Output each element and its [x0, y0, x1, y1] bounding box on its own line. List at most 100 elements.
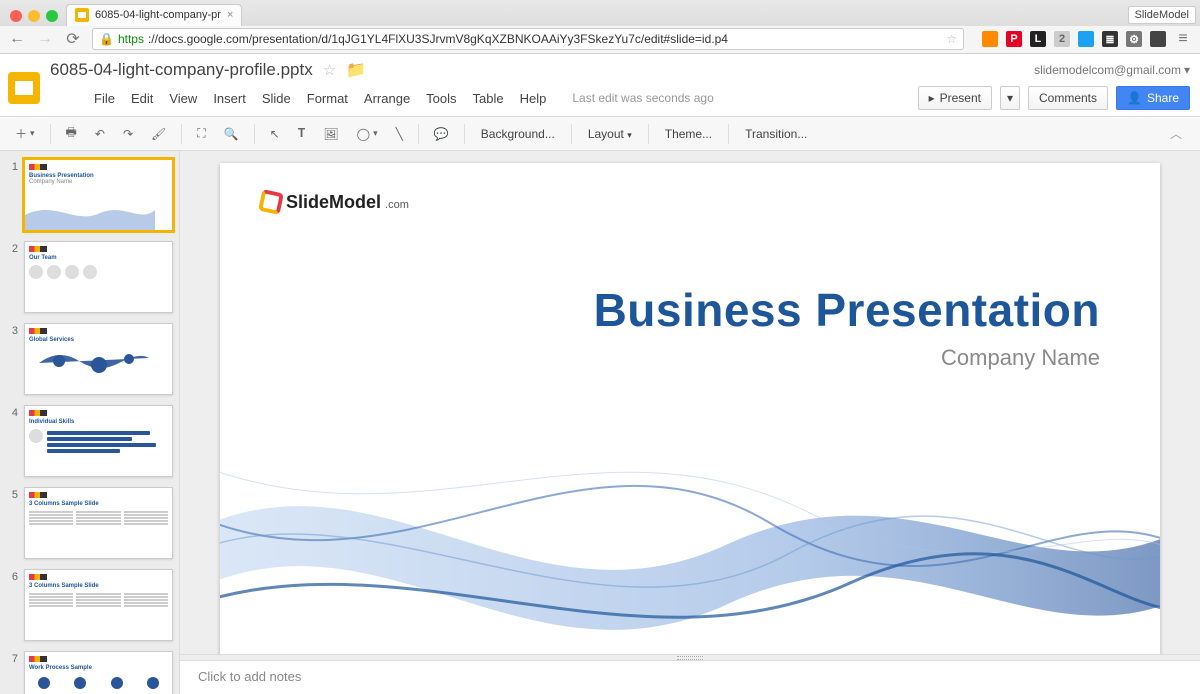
ext-icon-gear[interactable]: ⚙ — [1126, 31, 1142, 47]
address-bar-row: ← → ⟳ 🔒 https ://docs.google.com/presenta… — [0, 26, 1200, 53]
main-area: 1Business PresentationCompany Name2Our T… — [0, 151, 1200, 694]
ext-icon-blue[interactable] — [1078, 31, 1094, 47]
undo-icon[interactable]: ↶ — [88, 122, 112, 146]
comments-button[interactable]: Comments — [1028, 86, 1108, 110]
star-icon[interactable]: ☆ — [323, 61, 336, 79]
canvas-area: SlideModel .com Business Presentation Com… — [180, 151, 1200, 694]
lock-icon: 🔒 — [99, 32, 114, 46]
browser-tab[interactable]: 6085-04-light-company-pr × — [66, 4, 242, 26]
textbox-icon[interactable]: 𝐓 — [291, 121, 313, 146]
buffer-icon[interactable]: ≣ — [1102, 31, 1118, 47]
thumb-number: 3 — [6, 323, 18, 395]
zoom-fit-icon[interactable]: ⛶ — [190, 121, 212, 146]
thumb-number: 4 — [6, 405, 18, 477]
person-plus-icon: 👤 — [1127, 91, 1142, 105]
select-icon[interactable]: ↖ — [263, 122, 287, 146]
slide-thumbnail[interactable]: 3 Columns Sample Slide — [24, 569, 173, 641]
background-button[interactable]: Background... — [473, 123, 563, 145]
layout-button[interactable]: Layout ▾ — [580, 123, 640, 145]
url-scheme: https — [118, 32, 144, 46]
transition-button[interactable]: Transition... — [737, 123, 815, 145]
logo-suffix: .com — [385, 199, 409, 213]
slide-thumbnail[interactable]: Global Services — [24, 323, 173, 395]
menu-bar: File Edit View Insert Slide Format Arran… — [50, 80, 1190, 116]
menu-tools[interactable]: Tools — [426, 91, 456, 106]
zoom-icon[interactable]: 🔍 — [217, 122, 246, 146]
ext-icon-l[interactable]: L — [1030, 31, 1046, 47]
slide-thumbnail[interactable]: Individual Skills — [24, 405, 173, 477]
menu-table[interactable]: Table — [473, 91, 504, 106]
slidemodel-logo: SlideModel .com — [260, 191, 409, 213]
browser-chrome: 6085-04-light-company-pr × SlideModel ← … — [0, 0, 1200, 54]
pinterest-icon[interactable]: P — [1006, 31, 1022, 47]
document-title[interactable]: 6085-04-light-company-profile.pptx — [50, 60, 313, 80]
url-input[interactable]: 🔒 https ://docs.google.com/presentation/d… — [92, 28, 964, 50]
comment-icon[interactable]: 💬 — [427, 122, 456, 146]
image-icon[interactable]: 🖼 — [316, 122, 345, 146]
toolbar: ＋▾ 🖶 ↶ ↷ 🖌 ⛶ 🔍 ↖ 𝐓 🖼 ◯▾ ╲ 💬 Background..… — [0, 117, 1200, 151]
thumb-number: 6 — [6, 569, 18, 641]
tab-title: 6085-04-light-company-pr — [95, 9, 221, 21]
canvas-scroll[interactable]: SlideModel .com Business Presentation Com… — [180, 151, 1200, 654]
slide-canvas[interactable]: SlideModel .com Business Presentation Com… — [220, 163, 1160, 654]
menu-insert[interactable]: Insert — [213, 91, 246, 106]
present-button[interactable]: ▸Present — [918, 86, 992, 110]
folder-icon[interactable]: 📁 — [346, 60, 366, 80]
new-slide-button[interactable]: ＋▾ — [8, 120, 42, 147]
ext-icon-1[interactable] — [982, 31, 998, 47]
account-email[interactable]: slidemodelcom@gmail.com▾ — [1034, 63, 1190, 77]
present-dropdown[interactable]: ▾ — [1000, 86, 1020, 110]
logo-text: SlideModel — [286, 192, 381, 213]
chrome-menu-icon[interactable]: ≡ — [1174, 30, 1192, 48]
maximize-window-icon[interactable] — [46, 10, 58, 22]
forward-icon[interactable]: → — [36, 30, 54, 48]
share-button[interactable]: 👤Share — [1116, 86, 1190, 110]
slide-subtitle: Company Name — [594, 345, 1100, 371]
menu-edit[interactable]: Edit — [131, 91, 153, 106]
redo-icon[interactable]: ↷ — [116, 122, 140, 146]
thumb-number: 7 — [6, 651, 18, 694]
filmstrip[interactable]: 1Business PresentationCompany Name2Our T… — [0, 151, 180, 694]
reload-icon[interactable]: ⟳ — [64, 29, 82, 49]
window-controls — [8, 10, 66, 26]
slide-title: Business Presentation — [594, 283, 1100, 337]
url-path: ://docs.google.com/presentation/d/1qJG1Y… — [148, 32, 728, 46]
menu-file[interactable]: File — [94, 91, 115, 106]
close-tab-icon[interactable]: × — [227, 9, 233, 21]
slides-header: 6085-04-light-company-profile.pptx ☆ 📁 s… — [0, 54, 1200, 117]
minimize-window-icon[interactable] — [28, 10, 40, 22]
slide-title-block[interactable]: Business Presentation Company Name — [594, 283, 1100, 371]
menu-view[interactable]: View — [169, 91, 197, 106]
shape-icon[interactable]: ◯▾ — [350, 122, 385, 146]
tab-strip: 6085-04-light-company-pr × SlideModel — [0, 0, 1200, 26]
slide-thumbnail[interactable]: Business PresentationCompany Name — [24, 159, 173, 231]
slides-logo-icon[interactable] — [8, 72, 40, 104]
close-window-icon[interactable] — [10, 10, 22, 22]
slides-favicon-icon — [75, 8, 89, 22]
thumb-number: 2 — [6, 241, 18, 313]
wave-graphic — [220, 363, 1160, 654]
extension-icons: P L 2 ≣ ⚙ ≡ — [974, 30, 1192, 48]
back-icon[interactable]: ← — [8, 30, 26, 48]
slide-thumbnail[interactable]: Work Process Sample — [24, 651, 173, 694]
menu-format[interactable]: Format — [307, 91, 348, 106]
last-edit-status: Last edit was seconds ago — [572, 91, 713, 105]
menu-slide[interactable]: Slide — [262, 91, 291, 106]
play-icon: ▸ — [929, 91, 935, 105]
ext-icon-2[interactable]: 2 — [1054, 31, 1070, 47]
chevron-down-icon: ▾ — [627, 130, 632, 140]
collapse-toolbar-icon[interactable]: ︿ — [1160, 121, 1192, 146]
print-icon[interactable]: 🖶 — [59, 118, 84, 149]
menu-arrange[interactable]: Arrange — [364, 91, 410, 106]
theme-button[interactable]: Theme... — [657, 123, 720, 145]
bookmark-star-icon[interactable]: ☆ — [946, 32, 957, 46]
ext-icon-owl[interactable] — [1150, 31, 1166, 47]
speaker-notes[interactable]: Click to add notes — [180, 660, 1200, 694]
extension-badge[interactable]: SlideModel — [1128, 6, 1196, 24]
menu-help[interactable]: Help — [520, 91, 547, 106]
slide-thumbnail[interactable]: 3 Columns Sample Slide — [24, 487, 173, 559]
paint-format-icon[interactable]: 🖌 — [144, 122, 173, 146]
line-icon[interactable]: ╲ — [389, 122, 410, 146]
slide-thumbnail[interactable]: Our Team — [24, 241, 173, 313]
thumb-number: 1 — [6, 159, 18, 231]
